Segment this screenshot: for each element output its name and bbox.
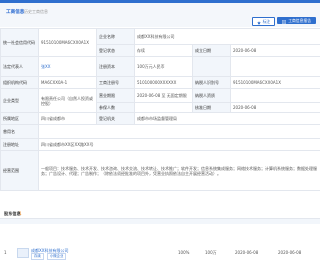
cell-label: 工商注册号 <box>97 77 135 89</box>
cell-label: 核准日期 <box>193 103 231 113</box>
legal-rep-link[interactable]: 张XX <box>39 57 97 77</box>
header-actions: 标注 工商信息报告 <box>252 17 316 27</box>
section-header: 工商信息 历史工商信息 标注 工商信息报告 <box>0 3 320 27</box>
history-link[interactable]: 历史工商信息 <box>24 9 48 15</box>
company-logo <box>17 248 29 258</box>
cell-value: MA6CXX0A-1 <box>39 77 97 89</box>
company-tags: 存续 小微企业 <box>31 253 68 260</box>
share-date: 2020-06-08 <box>235 250 258 255</box>
cell-label: 登记状态 <box>97 45 135 57</box>
cell-label: 组织机构代码 <box>1 77 39 89</box>
cell-value: 2020-06-08 <box>231 45 320 57</box>
cell-value <box>39 125 320 139</box>
share-amount: 100万 <box>205 250 217 256</box>
cell-value: 2020-06-08 至 无固定期限 <box>135 89 193 103</box>
cell-label: 纳税人识别号 <box>193 77 231 89</box>
share-percent: 100% <box>178 250 189 255</box>
table-row: 曾用名 <box>1 125 320 139</box>
shareholder-column-header <box>0 219 320 224</box>
cell-label <box>193 57 231 77</box>
cell-label: 曾用名 <box>1 125 39 139</box>
document-icon <box>282 19 286 23</box>
shareholder-header: 股东信息 1 <box>0 210 320 219</box>
cell-label: 营业期限 <box>97 89 135 103</box>
report-button[interactable]: 工商信息报告 <box>277 17 316 24</box>
cell-value: 有限责任公司（自然人投资或控股） <box>39 89 97 113</box>
cell-value: 2020-06-08 <box>231 103 320 113</box>
cell-label: 企业名称 <box>97 29 135 45</box>
share-date-2: 2020-06-08 <box>278 250 301 255</box>
status-tag: 存续 <box>31 253 44 260</box>
business-scope: 一般项目：技术服务、技术开发、技术咨询、技术交流、技术转让、技术推广；软件开发；… <box>39 151 320 191</box>
cell-value: 成都市市场监督管理局 <box>135 113 320 125</box>
report-button-label: 工商信息报告 <box>288 17 311 24</box>
table-row: 注册地址 四川省成都市XX区XX路XX号 <box>1 139 320 151</box>
cell-value: 91510100MA6CXX0A1X <box>231 77 320 89</box>
cell-value <box>231 57 320 77</box>
cell-value: 510100000XXXXXX <box>135 77 193 89</box>
row-index: 1 <box>4 250 7 255</box>
cell-label: 经营范围 <box>1 151 39 191</box>
mark-button-label: 标注 <box>263 18 271 25</box>
table-row: 统一社会信用代码 91510100MA6CXX0A1X 企业名称 成都XX科技有… <box>1 29 320 45</box>
shareholder-count: 1 <box>19 211 22 216</box>
mark-button[interactable]: 标注 <box>252 17 276 26</box>
cell-value <box>135 103 193 113</box>
cell-value: 四川省成都市XX区XX路XX号 <box>39 139 320 151</box>
cell-value <box>231 89 320 103</box>
size-tag: 小微企业 <box>47 253 67 260</box>
star-icon <box>257 20 261 24</box>
cell-label: 参保人数 <box>97 103 135 113</box>
section-title: 工商信息 <box>6 9 24 15</box>
cell-label: 纳税人资质 <box>193 89 231 103</box>
cell-label: 统一社会信用代码 <box>1 29 39 57</box>
business-info-table: 统一社会信用代码 91510100MA6CXX0A1X 企业名称 成都XX科技有… <box>0 28 320 191</box>
table-row: 法定代表人 张XX 注册资本 100万元人民币 <box>1 57 320 77</box>
cell-value: 91510100MA6CXX0A1X <box>39 29 97 57</box>
cell-label: 成立日期 <box>193 45 231 57</box>
cell-value: 成都XX科技有限公司 <box>135 29 320 45</box>
cell-label: 所属地区 <box>1 113 39 125</box>
cell-value: 存续 <box>135 45 193 57</box>
shareholder-section: 股东信息 1 1 成都XX科技有限公司 存续 小微企业 100% 100万 20… <box>0 210 320 240</box>
cell-label: 注册资本 <box>97 57 135 77</box>
cell-label: 登记机关 <box>97 113 135 125</box>
cell-value: 四川省成都市 <box>39 113 97 125</box>
cell-label: 注册地址 <box>1 139 39 151</box>
table-row: 所属地区 四川省成都市 登记机关 成都市市场监督管理局 <box>1 113 320 125</box>
cell-label: 法定代表人 <box>1 57 39 77</box>
shareholder-row[interactable]: 1 成都XX科技有限公司 存续 小微企业 100% 100万 2020-06-0… <box>0 228 320 240</box>
table-row: 企业类型 有限责任公司（自然人投资或控股） 营业期限 2020-06-08 至 … <box>1 89 320 103</box>
table-row: 经营范围 一般项目：技术服务、技术开发、技术咨询、技术交流、技术转让、技术推广；… <box>1 151 320 191</box>
table-row: 组织机构代码 MA6CXX0A-1 工商注册号 510100000XXXXXX … <box>1 77 320 89</box>
cell-value: 100万元人民币 <box>135 57 193 77</box>
cell-label: 企业类型 <box>1 89 39 113</box>
